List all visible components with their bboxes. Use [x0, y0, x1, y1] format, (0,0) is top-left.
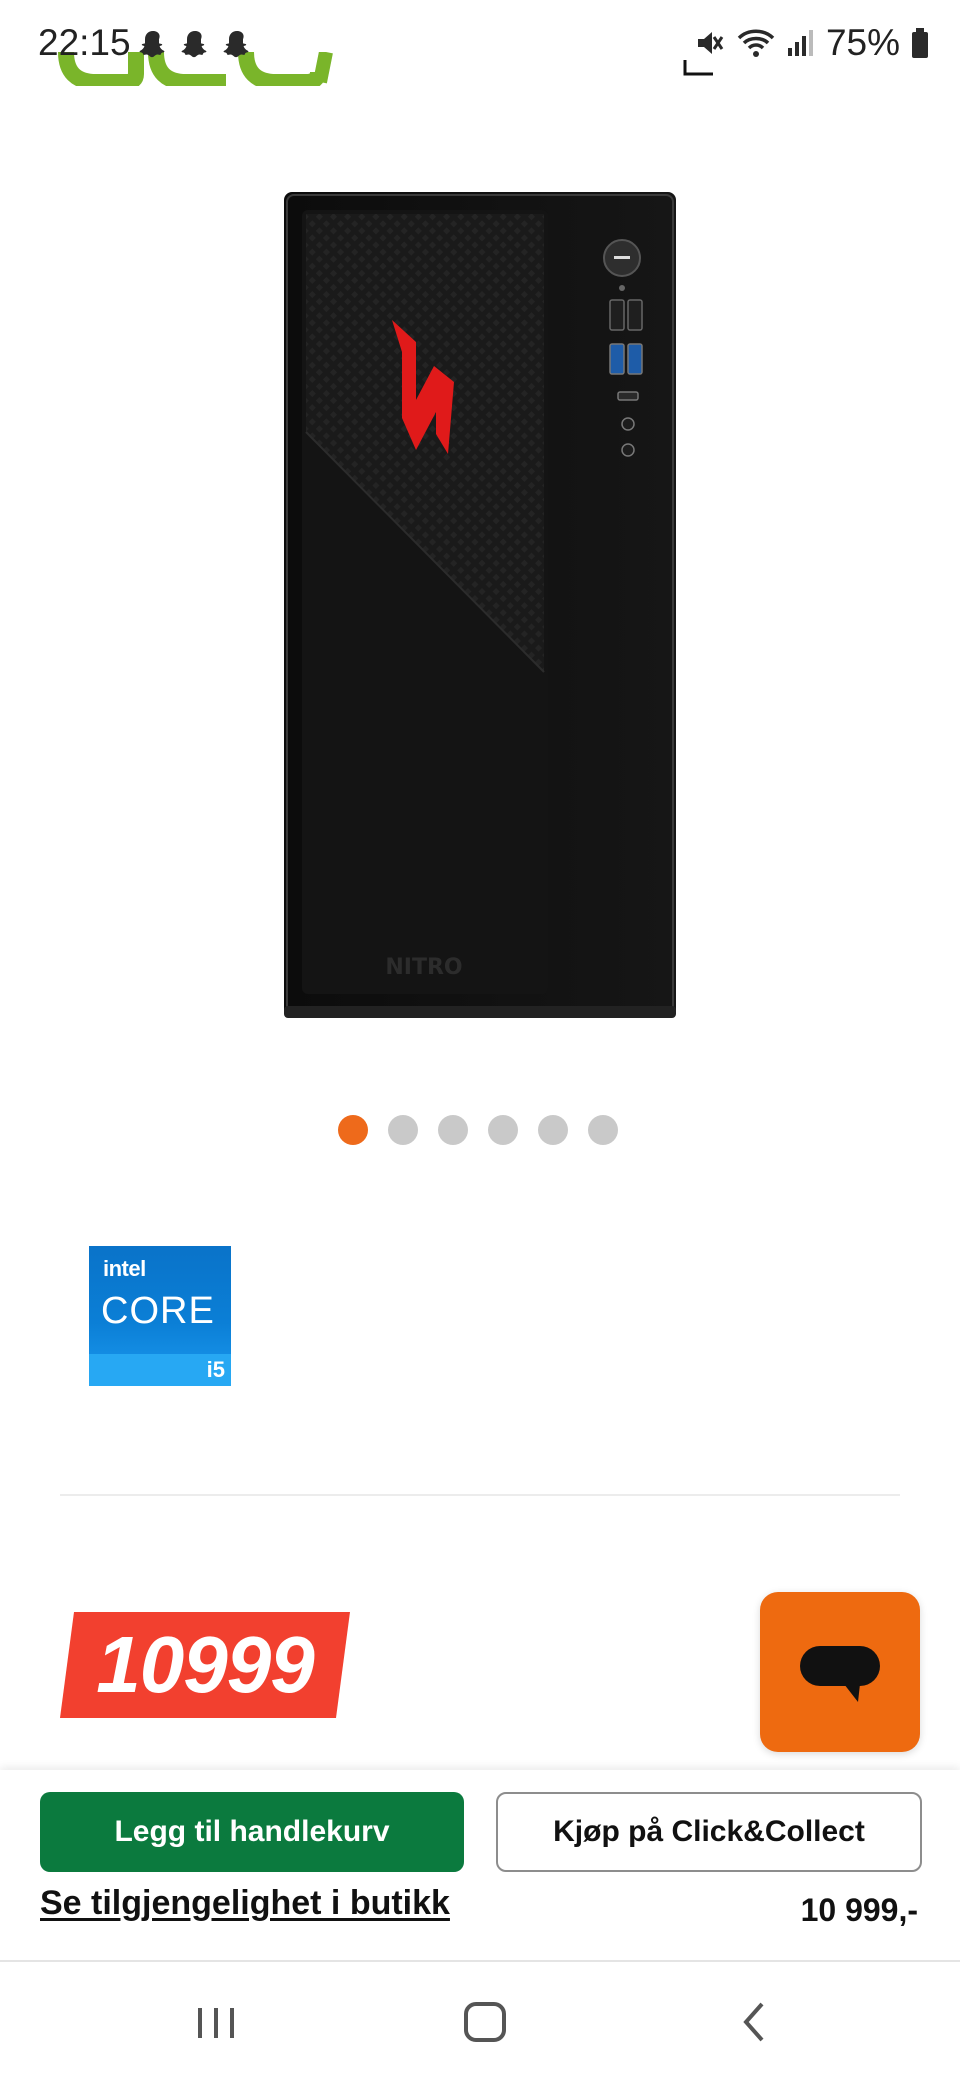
status-time: 22:15 — [38, 22, 131, 63]
badge-brand: intel — [103, 1256, 146, 1281]
carousel-dot-4[interactable] — [488, 1115, 518, 1145]
price-tag: 10999 — [60, 1612, 350, 1718]
carousel-dot-1[interactable] — [338, 1115, 368, 1145]
recents-button[interactable] — [186, 1992, 246, 2052]
store-availability-link[interactable]: Se tilgjengelighet i butikk — [40, 1884, 450, 1923]
battery-icon — [912, 28, 928, 58]
recents-icon — [198, 2008, 234, 2038]
intel-core-i5-badge: intel CORE i5 — [89, 1246, 231, 1386]
price-tag-value: 10999 — [96, 1620, 314, 1709]
battery-percentage: 75% — [825, 22, 900, 63]
wifi-icon — [737, 29, 775, 57]
mute-icon — [697, 32, 724, 54]
carousel-dot-2[interactable] — [388, 1115, 418, 1145]
chat-bubble-icon — [800, 1646, 880, 1702]
bottom-action-bar: Legg til handlekurv Kjøp på Click&Collec… — [0, 1770, 960, 1960]
add-to-cart-button[interactable]: Legg til handlekurv — [40, 1792, 464, 1872]
carousel-dot-5[interactable] — [538, 1115, 568, 1145]
carousel-dot-6[interactable] — [588, 1115, 618, 1145]
home-icon — [464, 2002, 506, 2042]
back-button[interactable] — [726, 1992, 786, 2052]
carousel-dot-3[interactable] — [438, 1115, 468, 1145]
notification-icons — [136, 28, 254, 62]
status-bar: 22:15 75% — [0, 0, 960, 90]
back-icon — [743, 2002, 764, 2042]
snapchat-icon — [223, 31, 249, 58]
signal-icon — [787, 30, 813, 56]
carousel-dots — [338, 1115, 618, 1145]
click-collect-button[interactable]: Kjøp på Click&Collect — [496, 1792, 922, 1872]
case-logo-text: NITRO — [385, 955, 462, 980]
system-status-icons: 75% — [692, 22, 930, 64]
badge-line: CORE — [101, 1290, 215, 1332]
badge-tier: i5 — [206, 1357, 225, 1382]
home-button[interactable] — [455, 1992, 515, 2052]
section-divider — [60, 1494, 900, 1496]
chat-button[interactable] — [760, 1592, 920, 1752]
system-nav-bar — [0, 1960, 960, 2082]
product-image[interactable]: NITRO — [284, 192, 676, 1018]
snapchat-icon — [181, 31, 207, 58]
snapchat-icon — [139, 31, 165, 58]
price-label: 10 999,- — [800, 1892, 918, 1928]
